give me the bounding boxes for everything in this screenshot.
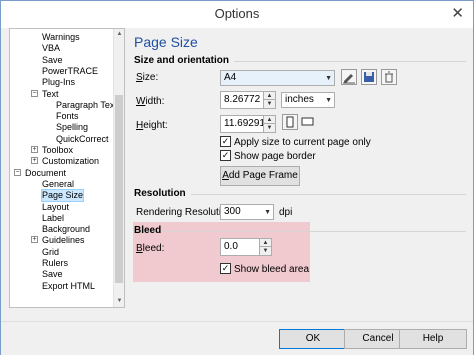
tree-item-fonts[interactable]: Fonts bbox=[56, 111, 79, 122]
tree-item-layout[interactable]: Layout bbox=[42, 202, 69, 213]
tree-scrollbar[interactable]: ▲ ▼ bbox=[113, 29, 124, 307]
tree-item-quickcorrect[interactable]: QuickCorrect bbox=[56, 134, 109, 145]
scroll-thumb[interactable] bbox=[115, 95, 123, 283]
tree-item-document[interactable]: Document bbox=[25, 168, 66, 179]
title-bar: Options ✕ bbox=[1, 1, 473, 28]
expand-icon[interactable]: + bbox=[31, 146, 38, 153]
tree-item-text[interactable]: Text bbox=[42, 89, 59, 100]
tree-item-spelling[interactable]: Spelling bbox=[56, 122, 88, 133]
ok-button[interactable]: OK bbox=[279, 329, 347, 349]
tree-item-vba[interactable]: VBA bbox=[42, 43, 60, 54]
tree-item-paragraph-tex[interactable]: Paragraph Tex bbox=[56, 100, 114, 111]
tree-item-warnings[interactable]: Warnings bbox=[42, 32, 80, 43]
tree-item-plug-ins[interactable]: Plug-Ins bbox=[42, 77, 75, 88]
delete-preset-button[interactable] bbox=[381, 69, 397, 85]
bleed-value: 0.0 bbox=[224, 241, 238, 252]
dpi-label: dpi bbox=[279, 207, 293, 218]
add-page-frame-label: dd Page Frame bbox=[228, 170, 298, 181]
tree-item-toolbox[interactable]: Toolbox bbox=[42, 145, 73, 156]
width-label: Width: bbox=[136, 96, 165, 107]
width-value: 8.26772 bbox=[224, 94, 261, 105]
expand-icon[interactable]: + bbox=[31, 236, 38, 244]
tree-item-label[interactable]: Label bbox=[42, 213, 64, 224]
height-value: 11.69291 bbox=[224, 118, 265, 129]
spin-up-icon[interactable]: ▲ bbox=[263, 116, 275, 124]
section-size-orientation: Size and orientation bbox=[134, 55, 235, 66]
spin-up-icon[interactable]: ▲ bbox=[259, 239, 271, 247]
chevron-down-icon: ▼ bbox=[264, 209, 271, 216]
options-tree: Warnings VBA Save PowerTRACE Plug-Ins − Text Pa… bbox=[9, 28, 125, 308]
chevron-down-icon: ▼ bbox=[325, 97, 332, 104]
chevron-down-icon: ▼ bbox=[325, 75, 332, 82]
spin-down-icon[interactable]: ▼ bbox=[263, 124, 275, 132]
options-dialog: Options ✕ Warnings VBA Save PowerTRACE Plug-… bbox=[0, 0, 474, 355]
size-label: Size: bbox=[136, 72, 159, 83]
page-title: Page Size bbox=[134, 34, 198, 50]
add-page-frame-button[interactable]: Add Page Frame bbox=[220, 166, 300, 186]
save-preset-button[interactable] bbox=[361, 69, 377, 85]
trash-icon bbox=[385, 71, 393, 83]
edit-icon bbox=[343, 74, 355, 84]
collapse-icon[interactable]: − bbox=[14, 168, 21, 176]
spin-down-icon[interactable]: ▼ bbox=[263, 100, 275, 108]
apply-current-checkbox[interactable]: ✓ bbox=[220, 136, 231, 147]
save-icon bbox=[364, 72, 374, 82]
tree-item-grid[interactable]: Grid bbox=[42, 247, 59, 258]
landscape-icon bbox=[301, 117, 314, 126]
help-button[interactable]: Help bbox=[399, 329, 467, 349]
close-icon[interactable]: ✕ bbox=[451, 6, 464, 21]
tree-item-rulers[interactable]: Rulers bbox=[42, 258, 68, 269]
show-border-label: Show page border bbox=[234, 151, 316, 162]
show-bleed-checkbox[interactable]: ✓ bbox=[220, 263, 231, 274]
collapse-icon[interactable]: − bbox=[31, 89, 38, 97]
landscape-button[interactable] bbox=[301, 114, 317, 130]
tree-item-background[interactable]: Background bbox=[42, 224, 90, 235]
scroll-up-icon[interactable]: ▲ bbox=[115, 30, 124, 39]
scroll-down-icon[interactable]: ▼ bbox=[115, 297, 124, 306]
tree-item-guidelines[interactable]: Guidelines bbox=[42, 235, 85, 246]
width-spinbox[interactable]: 8.26772 ▲ ▼ bbox=[220, 91, 276, 109]
section-resolution: Resolution bbox=[134, 188, 191, 199]
tree-item-general[interactable]: General bbox=[42, 179, 74, 190]
spin-up-icon[interactable]: ▲ bbox=[263, 92, 275, 100]
apply-current-label: Apply size to current page only bbox=[234, 137, 371, 148]
portrait-icon bbox=[286, 116, 294, 128]
size-select[interactable]: A4 ▼ bbox=[220, 70, 335, 86]
bleed-spinbox[interactable]: 0.0 ▲ ▼ bbox=[220, 238, 272, 256]
tree-item-export-html[interactable]: Export HTML bbox=[42, 281, 95, 292]
edit-preset-button[interactable] bbox=[341, 69, 357, 85]
tree-item-save[interactable]: Save bbox=[42, 269, 63, 280]
tree-item-save[interactable]: Save bbox=[42, 55, 63, 66]
portrait-button[interactable] bbox=[282, 114, 298, 130]
tree-item-powertrace[interactable]: PowerTRACE bbox=[42, 66, 98, 77]
resolution-value: 300 bbox=[224, 206, 241, 217]
window-title: Options bbox=[214, 6, 260, 21]
expand-icon[interactable]: + bbox=[31, 157, 38, 165]
button-bar: OK Cancel Help bbox=[1, 321, 473, 355]
size-select-value: A4 bbox=[224, 72, 237, 83]
height-spinbox[interactable]: 11.69291 ▲ ▼ bbox=[220, 115, 276, 133]
height-label: Height: bbox=[136, 120, 168, 131]
tree-item-customization[interactable]: Customization bbox=[42, 156, 99, 167]
show-border-checkbox[interactable]: ✓ bbox=[220, 150, 231, 161]
units-select[interactable]: inches ▼ bbox=[281, 92, 335, 108]
resolution-select[interactable]: 300 ▼ bbox=[220, 204, 274, 220]
tree-item-page-size[interactable]: Page Size bbox=[40, 189, 85, 203]
spin-down-icon[interactable]: ▼ bbox=[259, 247, 271, 255]
units-value: inches bbox=[285, 94, 314, 105]
